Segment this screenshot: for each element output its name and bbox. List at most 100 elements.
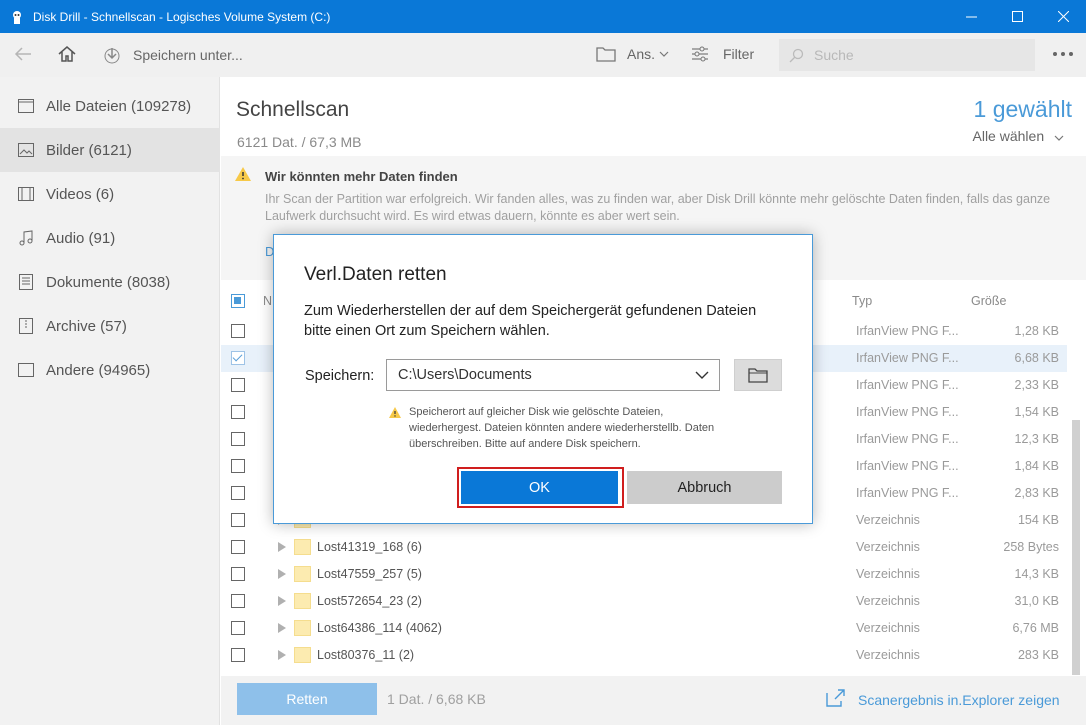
file-size: 6,68 KB bbox=[1014, 351, 1059, 365]
row-checkbox[interactable] bbox=[231, 324, 245, 338]
file-type: IrfanView PNG F... bbox=[856, 324, 959, 338]
expand-arrow-icon[interactable] bbox=[278, 650, 286, 660]
save-location-label: Speichern: bbox=[305, 368, 375, 384]
disk-drill-logo-icon bbox=[13, 10, 21, 24]
file-size: 6,76 MB bbox=[1012, 621, 1059, 635]
sidebar-item-archives[interactable]: Archive (57) bbox=[0, 304, 220, 348]
show-in-explorer-label: Scanergebnis in.Explorer zeigen bbox=[858, 691, 1060, 708]
film-icon bbox=[17, 185, 35, 203]
view-dropdown[interactable]: Ans. bbox=[596, 46, 669, 62]
row-checkbox[interactable] bbox=[231, 594, 245, 608]
selected-count: 1 gewählt bbox=[973, 96, 1072, 122]
row-checkbox[interactable] bbox=[231, 459, 245, 473]
recover-dialog: Verl.Daten retten Zum Wiederherstellen d… bbox=[273, 234, 813, 524]
back-button[interactable] bbox=[14, 46, 32, 62]
search-icon bbox=[789, 48, 804, 62]
browse-folder-button[interactable] bbox=[734, 359, 782, 391]
column-header-type[interactable]: Typ bbox=[852, 294, 872, 308]
sidebar-item-audio[interactable]: Audio (91) bbox=[0, 216, 220, 260]
select-all-dropdown[interactable]: Alle wählen bbox=[973, 128, 1065, 144]
file-name: Lost47559_257 (5) bbox=[317, 567, 422, 581]
row-checkbox[interactable] bbox=[231, 351, 245, 365]
column-header-size[interactable]: Größe bbox=[971, 294, 1006, 308]
filter-sliders-icon bbox=[692, 46, 708, 62]
row-checkbox[interactable] bbox=[231, 567, 245, 581]
file-name: Lost80376_11 (2) bbox=[317, 648, 415, 662]
table-row[interactable]: Lost572654_23 (2) Verzeichnis 31,0 KB bbox=[221, 588, 1067, 615]
file-size: 283 KB bbox=[1017, 648, 1059, 662]
file-name: Lost64386_114 (4062) bbox=[317, 621, 442, 635]
close-button[interactable] bbox=[1040, 0, 1086, 33]
expand-arrow-icon[interactable] bbox=[278, 623, 286, 633]
minimize-icon bbox=[965, 16, 977, 18]
home-button[interactable] bbox=[57, 44, 77, 64]
file-type: IrfanView PNG F... bbox=[856, 405, 959, 419]
column-header-name[interactable]: N bbox=[263, 294, 272, 308]
file-size: 1,84 KB bbox=[1014, 459, 1059, 473]
file-type: IrfanView PNG F... bbox=[856, 486, 959, 500]
file-size: 1,54 KB bbox=[1014, 405, 1059, 419]
recover-button[interactable]: Retten bbox=[237, 683, 377, 715]
archive-icon bbox=[17, 317, 35, 335]
sidebar-item-all-files[interactable]: Alle Dateien (109278) bbox=[0, 84, 220, 128]
ok-button[interactable]: OK bbox=[461, 471, 618, 504]
file-name: Lost572654_23 (2) bbox=[317, 594, 422, 608]
row-checkbox[interactable] bbox=[231, 621, 245, 635]
row-checkbox[interactable] bbox=[231, 513, 245, 527]
file-size: 2,33 KB bbox=[1014, 378, 1059, 392]
minimize-button[interactable] bbox=[948, 0, 994, 33]
save-as-button[interactable]: Speichern unter... bbox=[102, 45, 243, 65]
row-checkbox[interactable] bbox=[231, 378, 245, 392]
row-checkbox[interactable] bbox=[231, 432, 245, 446]
sidebar-item-videos[interactable]: Videos (6) bbox=[0, 172, 220, 216]
warning-icon bbox=[389, 407, 401, 418]
folder-icon bbox=[748, 368, 768, 383]
more-options-button[interactable] bbox=[1052, 51, 1074, 57]
close-icon bbox=[1057, 11, 1069, 22]
file-size: 31,0 KB bbox=[1014, 594, 1059, 608]
file-type: Verzeichnis bbox=[856, 648, 920, 662]
file-type: IrfanView PNG F... bbox=[856, 432, 959, 446]
sidebar-item-other[interactable]: Andere (94965) bbox=[0, 348, 220, 392]
document-icon bbox=[17, 273, 35, 291]
file-size: 12,3 KB bbox=[1014, 432, 1059, 446]
row-checkbox[interactable] bbox=[231, 405, 245, 419]
row-checkbox[interactable] bbox=[231, 648, 245, 662]
table-row[interactable]: Lost64386_114 (4062) Verzeichnis 6,76 MB bbox=[221, 615, 1067, 642]
file-type: Verzeichnis bbox=[856, 513, 920, 527]
select-all-checkbox[interactable] bbox=[231, 294, 245, 308]
folder-icon bbox=[294, 593, 311, 609]
save-location-select[interactable]: C:\Users\Documents bbox=[386, 359, 720, 391]
expand-arrow-icon[interactable] bbox=[278, 542, 286, 552]
expand-arrow-icon[interactable] bbox=[278, 596, 286, 606]
sidebar-item-label: Dokumente (8038) bbox=[46, 273, 171, 291]
expand-arrow-icon[interactable] bbox=[278, 569, 286, 579]
table-row[interactable]: Lost41319_168 (6) Verzeichnis 258 Bytes bbox=[221, 534, 1067, 561]
show-in-explorer-link[interactable]: Scanergebnis in.Explorer zeigen bbox=[826, 689, 1060, 710]
scrollbar-thumb[interactable] bbox=[1072, 420, 1080, 675]
file-type: Verzeichnis bbox=[856, 567, 920, 581]
table-row[interactable]: Lost47559_257 (5) Verzeichnis 14,3 KB bbox=[221, 561, 1067, 588]
maximize-button[interactable] bbox=[994, 0, 1040, 33]
sidebar-item-label: Alle Dateien (109278) bbox=[46, 97, 192, 115]
search-input[interactable]: Suche bbox=[779, 39, 1035, 71]
table-row[interactable]: Lost80376_11 (2) Verzeichnis 283 KB bbox=[221, 642, 1067, 669]
file-type: Verzeichnis bbox=[856, 540, 920, 554]
file-type: IrfanView PNG F... bbox=[856, 459, 959, 473]
folder-icon bbox=[294, 539, 311, 555]
file-size: 1,28 KB bbox=[1014, 324, 1059, 338]
cancel-button[interactable]: Abbruch bbox=[627, 471, 782, 504]
arrow-left-icon bbox=[14, 47, 31, 61]
download-icon bbox=[104, 48, 120, 64]
all-files-icon bbox=[17, 97, 35, 115]
row-checkbox[interactable] bbox=[231, 486, 245, 500]
row-checkbox[interactable] bbox=[231, 540, 245, 554]
file-type: Verzeichnis bbox=[856, 594, 920, 608]
sidebar-item-documents[interactable]: Dokumente (8038) bbox=[0, 260, 220, 304]
folder-icon bbox=[596, 47, 616, 62]
sidebar-item-label: Andere (94965) bbox=[46, 361, 151, 379]
sidebar-item-images[interactable]: Bilder (6121) bbox=[0, 128, 220, 172]
filter-button[interactable]: Filter bbox=[691, 46, 754, 62]
more-dots-icon bbox=[1053, 52, 1073, 56]
image-icon bbox=[17, 141, 35, 159]
